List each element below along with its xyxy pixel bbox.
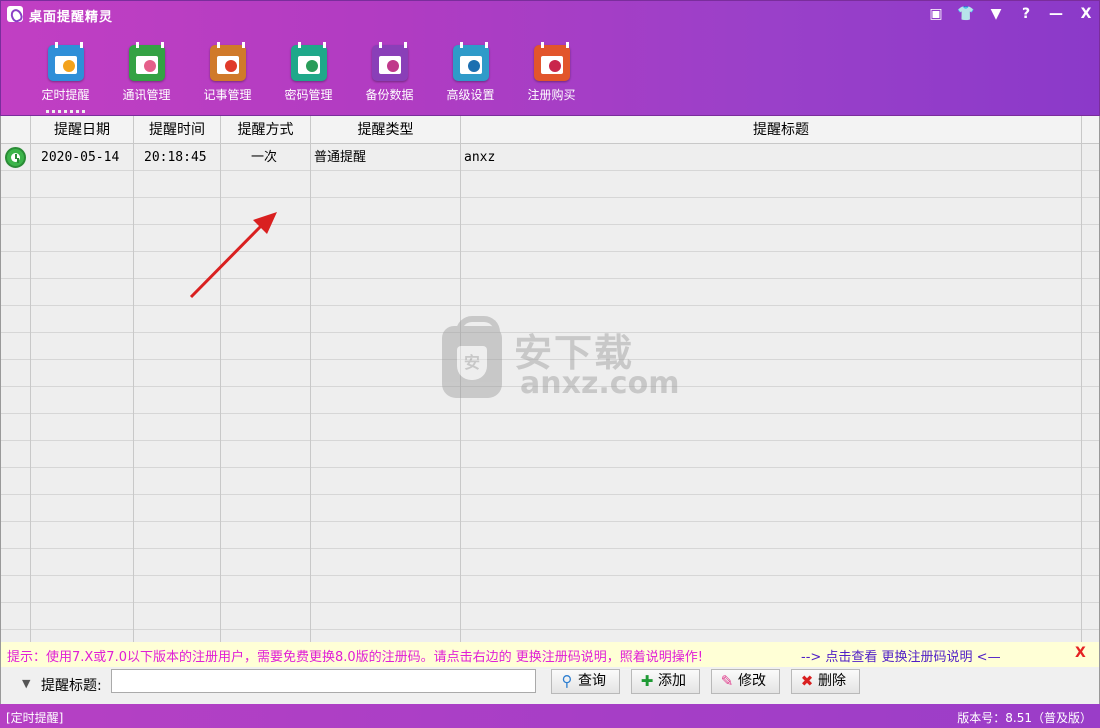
- backup-drive-icon: [371, 42, 408, 81]
- status-current-module: [定时提醒]: [6, 711, 64, 725]
- close-icon[interactable]: X: [1071, 1, 1100, 27]
- search-label: 提醒标题:: [41, 678, 102, 694]
- hint-bar: 提示：使用7.X或7.0以下版本的注册用户，需要免费更换8.0版的注册码。请点击…: [0, 642, 1100, 667]
- delete-x-icon: ✖: [800, 672, 814, 690]
- toolbar-item-0[interactable]: 定时提醒: [25, 41, 106, 113]
- edit-button-label: 修改: [738, 673, 766, 689]
- hint-text: 提示：使用7.X或7.0以下版本的注册用户，需要免费更换8.0版的注册码。请点击…: [7, 650, 704, 665]
- query-button[interactable]: ⚲ 查询: [551, 669, 620, 694]
- minimize-icon[interactable]: —: [1041, 1, 1071, 27]
- status-version: 版本号：8.51（普及版）: [957, 711, 1092, 725]
- watermark-url: anxz.com: [520, 366, 680, 401]
- register-cart-icon: [533, 42, 570, 81]
- toolbar-item-3[interactable]: 密码管理: [268, 41, 349, 111]
- delete-button[interactable]: ✖ 删除: [791, 669, 860, 694]
- skin-icon[interactable]: 👕: [951, 1, 981, 27]
- toolbar-item-label: 定时提醒: [41, 88, 90, 102]
- add-button[interactable]: ✚ 添加: [631, 669, 700, 694]
- notepad-pen-icon: [209, 42, 246, 81]
- toolbar-item-label: 通讯管理: [122, 88, 171, 102]
- menu-dropdown-icon[interactable]: ▼: [981, 1, 1011, 27]
- collapse-arrow-icon[interactable]: ▼: [22, 677, 30, 690]
- toolbar-item-6[interactable]: 注册购买: [511, 41, 592, 111]
- change-code-link[interactable]: --> 点击查看 更换注册码说明 <—: [801, 646, 1001, 665]
- toolbar-item-label: 高级设置: [446, 88, 495, 102]
- password-folder-icon: [290, 42, 327, 81]
- hint-close-icon[interactable]: X: [1075, 645, 1086, 661]
- status-bar: [定时提醒] 版本号：8.51（普及版）: [0, 704, 1100, 728]
- title-bar[interactable]: 桌面提醒精灵 ▣ 👕 ▼ ? — X: [1, 1, 1100, 29]
- active-indicator: [46, 110, 85, 113]
- toolbar-item-2[interactable]: 记事管理: [187, 41, 268, 111]
- minitray-icon[interactable]: ▣: [921, 1, 951, 27]
- toolbar-item-1[interactable]: 通讯管理: [106, 41, 187, 111]
- contacts-book-icon: [128, 42, 165, 81]
- toolbar-item-label: 备份数据: [365, 88, 414, 102]
- toolbar-item-4[interactable]: 备份数据: [349, 41, 430, 111]
- delete-button-label: 删除: [818, 673, 846, 689]
- edit-button[interactable]: ✎ 修改: [711, 669, 780, 694]
- toolbar-item-label: 记事管理: [203, 88, 252, 102]
- toolbar-item-label: 密码管理: [284, 88, 333, 102]
- pencil-icon: ✎: [720, 672, 734, 690]
- window-controls: ▣ 👕 ▼ ? — X: [921, 1, 1100, 29]
- toolbar-item-label: 注册购买: [527, 88, 576, 102]
- app-header: 桌面提醒精灵 ▣ 👕 ▼ ? — X 定时提醒 通讯管理 记事管理 密码管理 备份数据 高…: [0, 0, 1100, 116]
- help-icon[interactable]: ?: [1011, 1, 1041, 27]
- add-button-label: 添加: [658, 673, 686, 689]
- clock-calendar-icon: [47, 42, 84, 81]
- watermark: 安 安下载 anxz.com: [442, 316, 679, 402]
- shield-glyph: 安: [457, 346, 487, 380]
- settings-gear-icon: [452, 42, 489, 81]
- app-logo-icon: [7, 6, 23, 22]
- app-title: 桌面提醒精灵: [29, 10, 114, 25]
- query-button-label: 查询: [578, 673, 606, 689]
- magnifier-icon: ⚲: [561, 672, 573, 690]
- title-search-input[interactable]: [111, 669, 536, 693]
- toolbar-item-5[interactable]: 高级设置: [430, 41, 511, 111]
- plus-icon: ✚: [640, 672, 654, 690]
- main-toolbar: 定时提醒 通讯管理 记事管理 密码管理 备份数据 高级设置 注册购买: [25, 41, 592, 113]
- search-bar: ▼ 提醒标题: ⚲ 查询 ✚ 添加 ✎ 修改 ✖ 删除: [0, 667, 1100, 704]
- shield-icon: 安: [442, 316, 502, 398]
